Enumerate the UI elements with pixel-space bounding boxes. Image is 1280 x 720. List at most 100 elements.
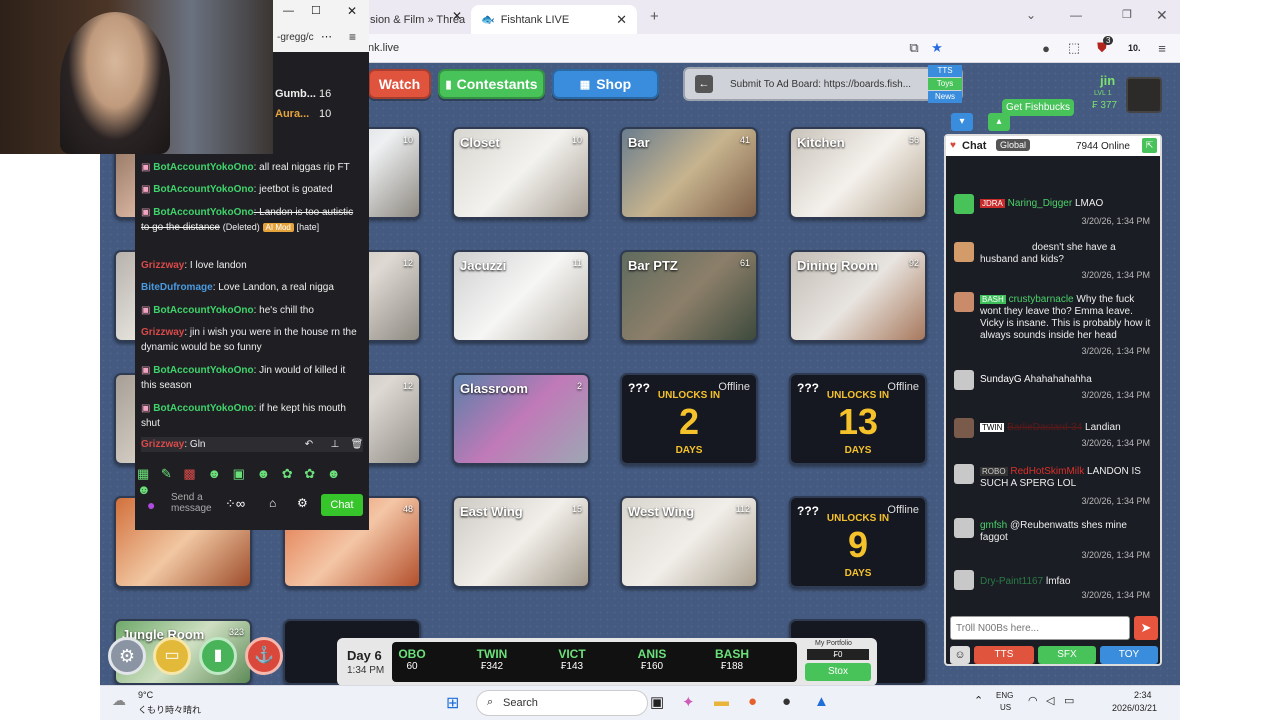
camera-closet[interactable]: Closet 10 (452, 127, 590, 219)
username[interactable]: Naring_Digger (1008, 198, 1072, 209)
store-icon[interactable]: ⌂ (269, 496, 276, 510)
windows-start-icon[interactable]: ⊞ (446, 693, 459, 713)
chat-expand-icon[interactable]: ⇱ (1142, 138, 1157, 153)
camera-jacuzzi[interactable]: Jacuzzi 11 (452, 250, 590, 342)
username[interactable]: crustybarnacle (1009, 294, 1074, 305)
more-icon[interactable]: ⋯ (321, 30, 332, 43)
pin-button[interactable]: ▾ (951, 113, 973, 131)
mic-icon[interactable]: ● (147, 497, 155, 513)
overlay-username[interactable]: BotAccountYokoOno (153, 305, 253, 316)
camera-east-wing[interactable]: East Wing 15 (452, 496, 590, 588)
star-icon[interactable]: ★ (928, 39, 946, 57)
new-tab-icon[interactable]: + (650, 8, 659, 25)
close-window-icon[interactable]: ✕ (1156, 7, 1168, 24)
ticker-item[interactable]: OBO 60 (392, 647, 432, 672)
volume-icon[interactable]: ◁ (1046, 694, 1054, 707)
overlay-username[interactable]: BotAccountYokoOno (153, 365, 253, 376)
watch-button[interactable]: Watch (368, 69, 431, 99)
send-message-input[interactable]: Send a message (171, 492, 221, 514)
overlay-username[interactable]: BiteDufromage (141, 282, 213, 293)
restore-icon[interactable]: ❐ (1122, 8, 1132, 21)
overlay-username[interactable]: BotAccountYokoOno (153, 162, 253, 173)
gear-icon[interactable]: ⚙ (297, 496, 308, 510)
news-tag[interactable]: News (928, 91, 962, 103)
sfx-button[interactable]: SFX (1038, 646, 1096, 664)
task-view-icon[interactable]: ▣ (650, 693, 664, 711)
tts-button[interactable]: TTS (974, 646, 1034, 664)
overlay-username[interactable]: Grizzway (141, 260, 184, 271)
username[interactable]: Dry-Paint1167 (980, 576, 1043, 587)
toys-tag[interactable]: Toys (928, 78, 962, 90)
overlay-username[interactable]: Grizzway (141, 327, 184, 338)
url-text[interactable]: nk.live (368, 42, 399, 54)
clock-time[interactable]: 2:34 (1134, 690, 1152, 700)
overlay-username[interactable]: Grizzway (141, 439, 184, 450)
file-explorer-icon[interactable]: ▬ (714, 693, 729, 710)
toy-button[interactable]: TOY (1100, 646, 1158, 664)
camera-dining-room[interactable]: Dining Room 92 (789, 250, 927, 342)
overlay-username[interactable]: BotAccountYokoOno (153, 184, 253, 195)
camera-bar-ptz[interactable]: Bar PTZ 61 (620, 250, 758, 342)
overlay-username[interactable]: BotAccountYokoOno (153, 207, 253, 218)
send-button[interactable]: ➤ (1134, 616, 1158, 640)
weather-icon[interactable]: ☁ (112, 692, 126, 709)
app-icon[interactable]: ● (782, 693, 791, 710)
shop-button[interactable]: ▦ Shop (552, 69, 659, 99)
camera-bar[interactable]: Bar 41 (620, 127, 758, 219)
minimize-icon[interactable]: — (283, 5, 294, 17)
menu-icon[interactable]: ≡ (349, 30, 356, 44)
reply-icon[interactable]: ↶ (299, 437, 319, 452)
username[interactable]: SundayG (980, 374, 1022, 385)
wifi-icon[interactable]: ◠ (1028, 694, 1038, 707)
ticker-item[interactable]: BASH ₣188 (692, 647, 772, 672)
overlay-username[interactable]: BotAccountYokoOno (153, 403, 253, 414)
camera-kitchen[interactable]: Kitchen 56 (789, 127, 927, 219)
camera-west-wing[interactable]: West Wing 112 (620, 496, 758, 588)
chat-send-button[interactable]: Chat (321, 494, 363, 516)
ticker-item[interactable]: VICT ₣143 (532, 647, 612, 672)
cake-button[interactable]: ▭ (153, 637, 191, 675)
ticker-item[interactable]: TWIN ₣342 (452, 647, 532, 672)
get-fishbucks-button[interactable]: Get Fishbucks (1002, 99, 1074, 116)
minimize-icon[interactable]: — (1070, 8, 1082, 22)
pip-icon[interactable]: ⧉ (905, 39, 923, 57)
global-tab[interactable]: Global (996, 139, 1031, 151)
extensions-icon[interactable]: ⬚ (1065, 39, 1083, 57)
chat-input[interactable] (950, 616, 1130, 640)
account-icon[interactable]: ● (1037, 39, 1055, 57)
tray-chevron-icon[interactable]: ⌃ (974, 694, 983, 707)
battery-icon[interactable]: ▭ (1064, 694, 1074, 707)
username[interactable]: RedHotSkimMilk (1010, 466, 1084, 477)
close-icon[interactable]: ✕ (452, 9, 462, 23)
copilot-icon[interactable]: ✦ (682, 693, 695, 711)
infinity-icon[interactable]: ⁘∞ (225, 496, 245, 512)
lang-label[interactable]: ENG (996, 691, 1013, 700)
app-icon[interactable]: ▲ (814, 693, 829, 710)
pin-icon[interactable]: ⊥ (325, 437, 345, 452)
stox-button[interactable]: Stox (805, 663, 871, 681)
close-icon[interactable]: ✕ (616, 12, 627, 28)
contestants-button[interactable]: ▮ Contestants (438, 69, 545, 99)
tab-fishtank[interactable]: 🐟 Fishtank LIVE ✕ (471, 5, 637, 34)
chevron-down-icon[interactable]: ⌄ (1026, 8, 1036, 22)
emoji-button[interactable]: ☺ (950, 646, 970, 664)
clock-date[interactable]: 2026/03/21 (1112, 703, 1157, 713)
ext-text[interactable]: 10. (1128, 43, 1141, 53)
back-arrow-icon[interactable]: ← (695, 75, 713, 93)
tts-tag[interactable]: TTS (928, 65, 962, 77)
restore-icon[interactable]: ☐ (311, 4, 321, 17)
ad-board[interactable]: ← Submit To Ad Board: https://boards.fis… (683, 67, 963, 101)
firefox-icon[interactable]: ● (748, 693, 757, 710)
ticker-item[interactable]: ANIS ₣160 (612, 647, 692, 672)
close-icon[interactable]: ✕ (347, 4, 357, 18)
taskbar-search[interactable]: ⌕ Search (476, 690, 648, 716)
user-avatar[interactable] (1126, 77, 1162, 113)
username[interactable]: gmfsh (980, 520, 1007, 531)
toy-button[interactable]: ⚓ (245, 637, 283, 675)
settings-button[interactable]: ⚙ (108, 637, 146, 675)
season-pass-button[interactable]: ▮ (199, 637, 237, 675)
camera-glassroom[interactable]: Glassroom 2 (452, 373, 590, 465)
delete-icon[interactable]: 🗑 (349, 437, 365, 452)
fish-button[interactable]: ▴ (988, 113, 1010, 131)
menu-icon[interactable]: ≡ (1153, 39, 1171, 57)
